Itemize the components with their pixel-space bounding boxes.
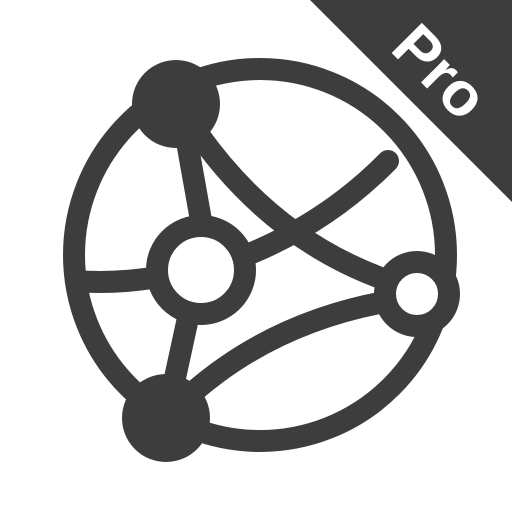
right-node: [374, 251, 460, 337]
bottom-node: [122, 374, 210, 462]
center-node: [146, 215, 256, 325]
link-center-to-left-edge: [65, 267, 163, 293]
network-globe-icon: Pro: [63, 0, 512, 462]
top-node: [132, 60, 220, 148]
app-icon-canvas: Pro: [0, 0, 512, 512]
pro-ribbon: Pro: [310, 0, 512, 202]
globe-graphic: [63, 58, 460, 452]
